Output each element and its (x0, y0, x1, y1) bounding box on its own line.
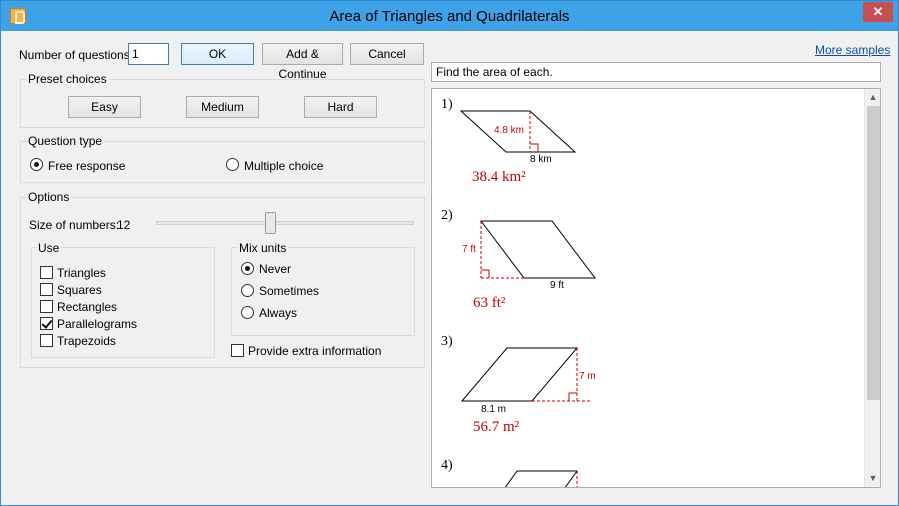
triangles-label: Triangles (57, 266, 106, 280)
problem-2-height: 7 ft (462, 244, 476, 255)
instructions-field[interactable]: Find the area of each. (431, 62, 881, 82)
problem-3-answer: 56.7 m² (473, 419, 520, 435)
question-type-title: Question type (26, 134, 105, 148)
close-button[interactable]: ✕ (863, 2, 893, 22)
problem-2-number: 2) (441, 208, 453, 223)
parallelogram-3-right-angle (568, 392, 577, 401)
mix-units-title: Mix units (237, 241, 289, 255)
dialog-body: Number of questions: 1 OK Add & Continue… (1, 31, 898, 505)
multiple-choice-label: Multiple choice (244, 159, 324, 173)
mix-always-radio[interactable] (241, 306, 254, 319)
triangles-checkbox[interactable] (40, 266, 53, 279)
scroll-thumb[interactable] (867, 106, 880, 400)
problem-1-answer: 38.4 km² (472, 169, 526, 185)
problem-3-base: 8.1 m (481, 404, 507, 415)
problem-2-base: 9 ft (550, 280, 564, 291)
problem-1-base: 8 km (530, 154, 552, 165)
parallelograms-checkbox[interactable] (40, 317, 53, 330)
size-slider-track[interactable] (156, 221, 414, 225)
parallelogram-2-right-angle (481, 269, 490, 278)
parallelogram-3-shape (460, 347, 579, 402)
preview-scrollbar[interactable]: ▲ ▼ (864, 89, 880, 487)
worksheet-preview[interactable]: 1) 4.8 km 8 km 38.4 km² 2) 7 ft 9 ft 63 … (431, 88, 881, 488)
ok-button[interactable]: OK (181, 43, 254, 65)
multiple-choice-radio[interactable] (226, 158, 239, 171)
squares-label: Squares (57, 283, 102, 297)
parallelogram-4-shape (504, 470, 578, 487)
window-title: Area of Triangles and Quadrilaterals (329, 8, 570, 25)
problem-3-number: 3) (441, 334, 453, 349)
size-of-numbers-label: Size of numbers: (29, 218, 120, 232)
squares-checkbox[interactable] (40, 283, 53, 296)
extra-info-label: Provide extra information (248, 344, 382, 358)
mix-sometimes-radio[interactable] (241, 284, 254, 297)
size-of-numbers-value: 12 (117, 218, 131, 232)
problem-3-height: 7 m (579, 371, 596, 382)
cancel-button[interactable]: Cancel (350, 43, 424, 65)
problem-1-height: 4.8 km (494, 125, 525, 136)
free-response-label: Free response (48, 159, 126, 173)
title-bar[interactable]: Area of Triangles and Quadrilaterals ✕ (1, 1, 898, 31)
num-questions-label: Number of questions: (19, 48, 134, 62)
rectangles-label: Rectangles (57, 300, 118, 314)
easy-button[interactable]: Easy (68, 96, 141, 118)
medium-button[interactable]: Medium (186, 96, 259, 118)
problem-2-answer: 63 ft² (473, 295, 506, 311)
options-title: Options (26, 190, 72, 204)
more-samples-link[interactable]: More samples (815, 43, 890, 57)
preset-choices-title: Preset choices (26, 72, 109, 86)
num-questions-input[interactable]: 1 (128, 43, 169, 65)
parallelogram-2-shape (479, 220, 597, 279)
trapezoids-label: Trapezoids (57, 334, 116, 348)
parallelogram-1-right-angle (530, 143, 539, 152)
extra-info-checkbox[interactable] (231, 344, 244, 357)
trapezoids-checkbox[interactable] (40, 334, 53, 347)
rectangles-checkbox[interactable] (40, 300, 53, 313)
app-window: Area of Triangles and Quadrilaterals ✕ N… (0, 0, 899, 506)
use-title: Use (36, 241, 62, 255)
scroll-down-arrow-icon[interactable]: ▼ (865, 470, 880, 486)
size-slider-thumb[interactable] (265, 212, 276, 234)
mix-never-label: Never (259, 262, 292, 276)
hard-button[interactable]: Hard (304, 96, 377, 118)
mix-always-label: Always (259, 306, 298, 320)
scroll-up-arrow-icon[interactable]: ▲ (865, 89, 880, 105)
mix-never-radio[interactable] (241, 262, 254, 275)
free-response-radio[interactable] (30, 158, 43, 171)
add-continue-button[interactable]: Add & Continue (262, 43, 343, 81)
mix-sometimes-label: Sometimes (259, 284, 320, 298)
problem-4-number: 4) (441, 458, 453, 473)
parallelograms-label: Parallelograms (57, 317, 138, 331)
